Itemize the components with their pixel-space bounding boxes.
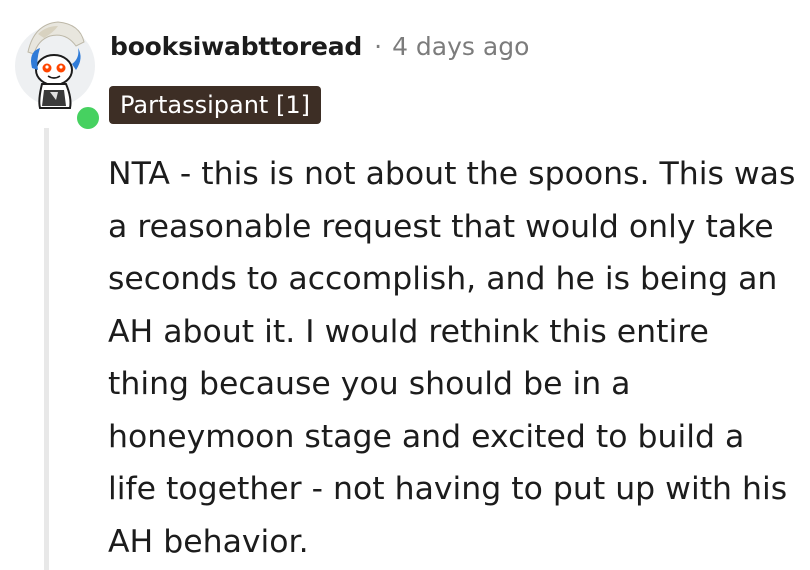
comment-author[interactable]: booksiwabttoread	[110, 32, 362, 61]
online-status-icon	[74, 104, 102, 132]
comment-thread-line[interactable]	[44, 128, 49, 570]
user-avatar[interactable]	[14, 18, 102, 132]
meta-separator: ·	[374, 32, 383, 61]
comment-meta: booksiwabttoread · 4 days ago	[110, 32, 529, 61]
comment-body: NTA - this is not about the spoons. This…	[108, 148, 798, 568]
snoo-avatar-icon	[15, 21, 95, 109]
comment-timestamp[interactable]: 4 days ago	[392, 32, 529, 61]
comment-text: NTA - this is not about the spoons. This…	[108, 156, 796, 560]
user-flair-badge: Partassipant [1]	[109, 86, 321, 124]
